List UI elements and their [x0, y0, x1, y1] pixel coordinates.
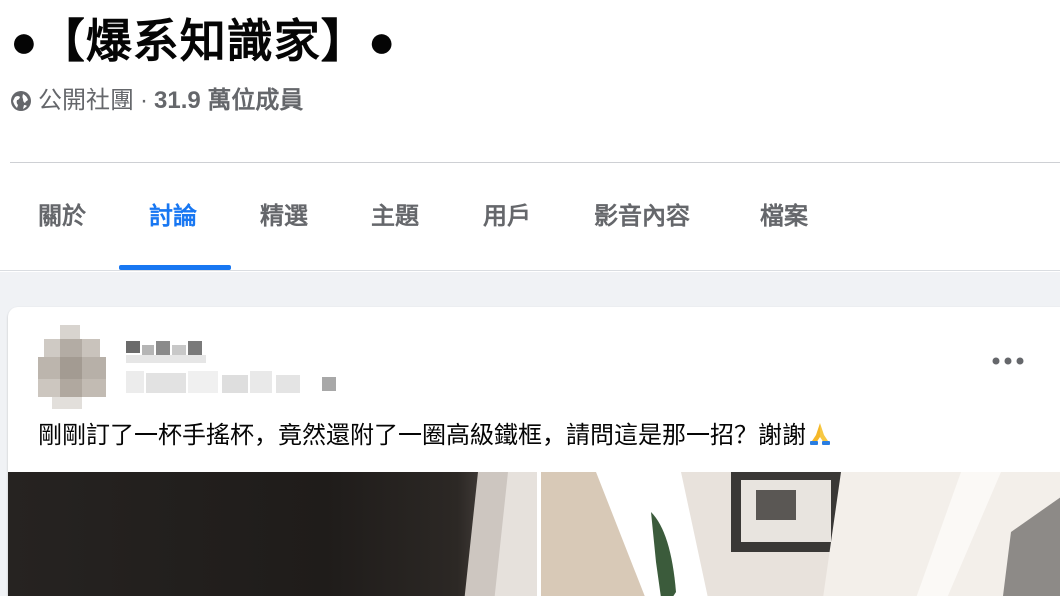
active-tab-indicator — [119, 265, 231, 270]
group-meta: 公開社團 · 31.9 萬位成員 — [10, 84, 303, 118]
tab-topics[interactable]: 主題 — [371, 163, 419, 271]
author-name[interactable] — [126, 337, 216, 365]
tab-about[interactable]: 關於 — [38, 163, 86, 271]
member-count[interactable]: 31.9 萬位成員 — [154, 84, 303, 118]
avatar[interactable] — [38, 325, 114, 409]
post-photo-left[interactable] — [8, 472, 537, 596]
group-tabs: 關於 討論 精選 主題 用戶 影音內容 檔案 — [0, 163, 1060, 271]
globe-icon — [11, 91, 31, 111]
post-card: 剛剛訂了一杯手搖杯，竟然還附了一圈高級鐵框，請問這是那一招？謝謝 — [8, 307, 1060, 596]
tab-members[interactable]: 用戶 — [483, 163, 531, 271]
post-message: 剛剛訂了一杯手搖杯，竟然還附了一圈高級鐵框，請問這是那一招？謝謝 — [38, 419, 834, 453]
tab-featured[interactable]: 精選 — [260, 163, 308, 271]
tab-discussion[interactable]: 討論 — [149, 163, 197, 271]
post-photo-right[interactable] — [541, 472, 1060, 596]
tab-media[interactable]: 影音內容 — [594, 163, 690, 271]
post-timestamp[interactable] — [126, 367, 346, 397]
post-text: 剛剛訂了一杯手搖杯，竟然還附了一圈高級鐵框，請問這是那一招？謝謝 — [38, 422, 806, 449]
more-options-icon[interactable] — [986, 349, 1030, 373]
group-header: ●【爆系知識家】● 公開社團 · 31.9 萬位成員 — [0, 0, 1060, 163]
tab-files[interactable]: 檔案 — [760, 163, 808, 271]
folded-hands-icon — [810, 423, 830, 445]
privacy-label[interactable]: 公開社團 — [38, 84, 134, 118]
group-title[interactable]: ●【爆系知識家】● — [10, 10, 397, 72]
meta-separator: · — [140, 87, 148, 114]
